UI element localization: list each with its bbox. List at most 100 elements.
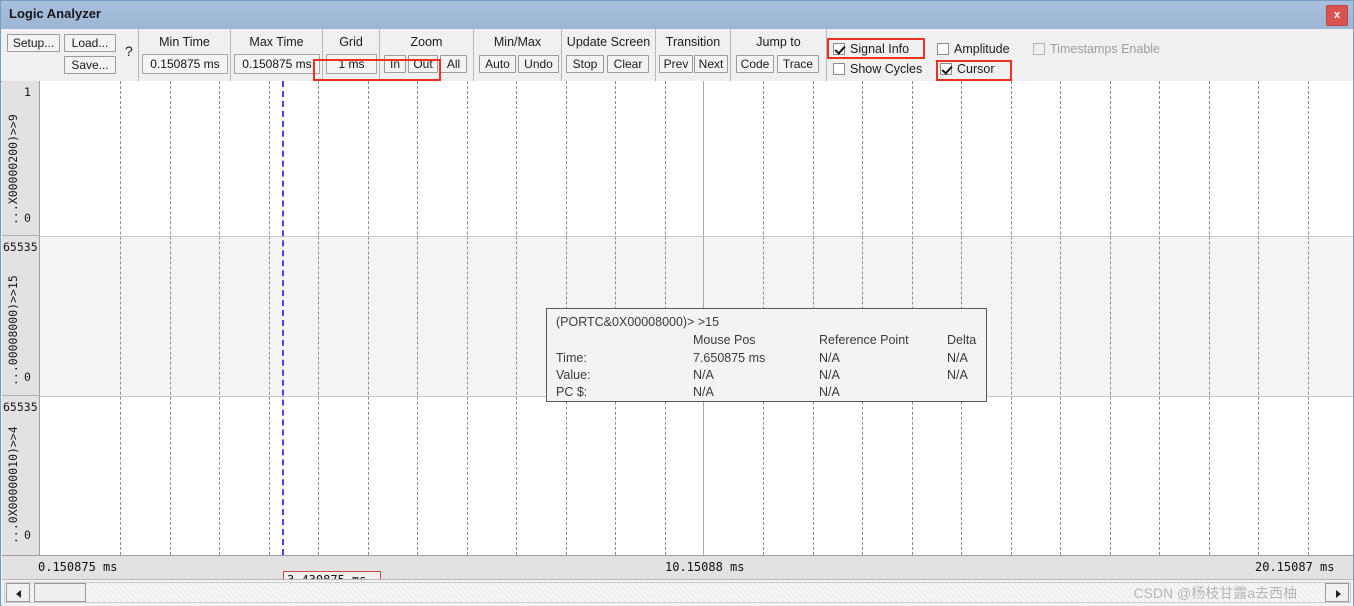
transition-label: Transition xyxy=(665,35,721,49)
minmax-label: Min/Max xyxy=(493,35,542,49)
checkbox-amplitude[interactable]: Amplitude xyxy=(937,42,1010,56)
checkbox-show-cycles[interactable]: Show Cycles xyxy=(833,62,922,76)
toolbar: Setup... Load... Save... ? Min Time 0.15… xyxy=(1,29,1353,82)
min-time-field[interactable]: 0.150875 ms xyxy=(142,54,228,74)
checkbox-amplitude-box[interactable] xyxy=(937,43,949,55)
tooltip-row-2-mouse: N/A xyxy=(693,385,714,399)
signal-min-0: 0 xyxy=(24,211,31,225)
zoom-all-button[interactable]: All xyxy=(440,55,467,73)
checkbox-show-cycles-box[interactable] xyxy=(833,63,845,75)
jump-to-code-button[interactable]: Code xyxy=(736,55,774,73)
checkbox-timestamps-enable: Timestamps Enable xyxy=(1033,42,1160,56)
max-time-field[interactable]: 0.150875 ms xyxy=(234,54,320,74)
checkbox-signal-info-label: Signal Info xyxy=(850,42,910,56)
signal-gutter-2[interactable]: 65535 0 ...0X00000010)>>4 xyxy=(2,396,40,555)
arrow-left-icon xyxy=(16,590,21,598)
tooltip-row-1-mouse: N/A xyxy=(693,368,714,382)
transition-group: Transition Prev Next xyxy=(656,29,731,81)
checkbox-show-cycles-label: Show Cycles xyxy=(850,62,923,76)
gridline xyxy=(417,81,418,555)
checkbox-signal-info-box[interactable] xyxy=(833,43,845,55)
signal-gutter-1[interactable]: 65535 0 ...00008000)>>15 xyxy=(2,236,40,396)
watermark: CSDN @杨枝甘露a去西柚 xyxy=(1133,585,1297,601)
close-button[interactable]: x xyxy=(1326,5,1348,26)
grid-label: Grid xyxy=(339,35,363,49)
lane-separator xyxy=(40,236,1353,237)
checkbox-timestamps-enable-box xyxy=(1033,43,1045,55)
signal-gutter-0[interactable]: 1 0 ...X00000200)>>9 xyxy=(2,81,40,236)
max-time-label: Max Time xyxy=(249,35,304,49)
zoom-in-button[interactable]: In xyxy=(384,55,406,73)
checkbox-signal-info[interactable]: Signal Info xyxy=(833,42,909,56)
axis-end-label: 20.15087 ms xyxy=(1255,560,1335,574)
tooltip-col-delta: Delta xyxy=(947,333,977,347)
signal-info-tooltip: (PORTC&0X00008000)> >15 Mouse Pos Refere… xyxy=(546,308,987,402)
minmax-undo-button[interactable]: Undo xyxy=(518,55,559,73)
gridline xyxy=(516,81,517,555)
gridline xyxy=(219,81,220,555)
lane-2-bg xyxy=(40,396,1353,555)
checkbox-timestamps-enable-label: Timestamps Enable xyxy=(1050,42,1160,56)
gridline xyxy=(467,81,468,555)
update-stop-button[interactable]: Stop xyxy=(566,55,604,73)
scrollbar-thumb[interactable] xyxy=(34,583,86,602)
help-button[interactable]: ? xyxy=(125,43,133,59)
grid-field[interactable]: 1 ms xyxy=(326,54,377,74)
grid-group: Grid 1 ms xyxy=(323,29,380,81)
file-group: Setup... Load... Save... ? xyxy=(1,29,139,81)
load-button[interactable]: Load... xyxy=(64,34,116,52)
transition-prev-button[interactable]: Prev xyxy=(659,55,693,73)
signal-max-1: 65535 xyxy=(3,240,38,254)
jump-to-label: Jump to xyxy=(756,35,801,49)
tooltip-title: (PORTC&0X00008000)> >15 xyxy=(556,315,720,329)
signal-label-2: ...0X00000010)>>4 xyxy=(6,426,20,544)
minmax-group: Min/Max Auto Undo xyxy=(474,29,562,81)
update-screen-label: Update Screen xyxy=(566,35,651,49)
tooltip-row-0-reference: N/A xyxy=(819,351,840,365)
scroll-right-button[interactable] xyxy=(1325,583,1349,602)
lane-0-bg xyxy=(40,81,1353,236)
waveform-plot[interactable]: 1 0 ...X00000200)>>9 65535 0 ...00008000… xyxy=(2,81,1353,555)
signal-label-1: ...00008000)>>15 xyxy=(6,275,20,386)
checkbox-amplitude-label: Amplitude xyxy=(954,42,1010,56)
tooltip-row-1-delta: N/A xyxy=(947,368,968,382)
window-title: Logic Analyzer xyxy=(9,6,101,21)
gridline xyxy=(269,81,270,555)
zoom-out-button[interactable]: Out xyxy=(408,55,438,73)
gridline xyxy=(1060,81,1061,555)
update-clear-button[interactable]: Clear xyxy=(607,55,649,73)
minmax-auto-button[interactable]: Auto xyxy=(479,55,516,73)
signal-max-0: 1 xyxy=(24,85,31,99)
gridline xyxy=(1011,81,1012,555)
tooltip-row-0-delta: N/A xyxy=(947,351,968,365)
jump-to-group: Jump to Code Trace xyxy=(731,29,827,81)
tooltip-col-reference: Reference Point xyxy=(819,333,909,347)
axis-mid-label: 10.15088 ms xyxy=(665,560,745,574)
transition-next-button[interactable]: Next xyxy=(694,55,728,73)
arrow-right-icon xyxy=(1336,590,1341,598)
min-time-label: Min Time xyxy=(159,35,210,49)
save-button[interactable]: Save... xyxy=(64,56,116,74)
jump-to-trace-button[interactable]: Trace xyxy=(777,55,819,73)
scroll-left-button[interactable] xyxy=(6,583,30,602)
signal-min-2: 0 xyxy=(24,528,31,542)
max-time-group: Max Time 0.150875 ms xyxy=(231,29,323,81)
gridline xyxy=(318,81,319,555)
time-axis[interactable]: 0.150875 ms 10.15088 ms 20.15087 ms 3.43… xyxy=(2,555,1353,589)
logic-analyzer-window: Logic Analyzer x Setup... Load... Save..… xyxy=(0,0,1354,606)
gridline xyxy=(1308,81,1309,555)
options-group: Signal Info Amplitude Timestamps Enable … xyxy=(827,29,1353,81)
signal-label-0: ...X00000200)>>9 xyxy=(6,114,20,225)
setup-button[interactable]: Setup... xyxy=(7,34,60,52)
tooltip-row-1-reference: N/A xyxy=(819,368,840,382)
gridline xyxy=(368,81,369,555)
min-time-group: Min Time 0.150875 ms xyxy=(139,29,231,81)
gridline xyxy=(170,81,171,555)
checkbox-cursor[interactable]: Cursor xyxy=(940,62,995,76)
zoom-label: Zoom xyxy=(410,35,443,49)
cursor-line[interactable] xyxy=(282,81,284,555)
zoom-group: Zoom In Out All xyxy=(380,29,474,81)
checkbox-cursor-box[interactable] xyxy=(940,63,952,75)
update-screen-group: Update Screen Stop Clear xyxy=(562,29,656,81)
gridline xyxy=(1209,81,1210,555)
